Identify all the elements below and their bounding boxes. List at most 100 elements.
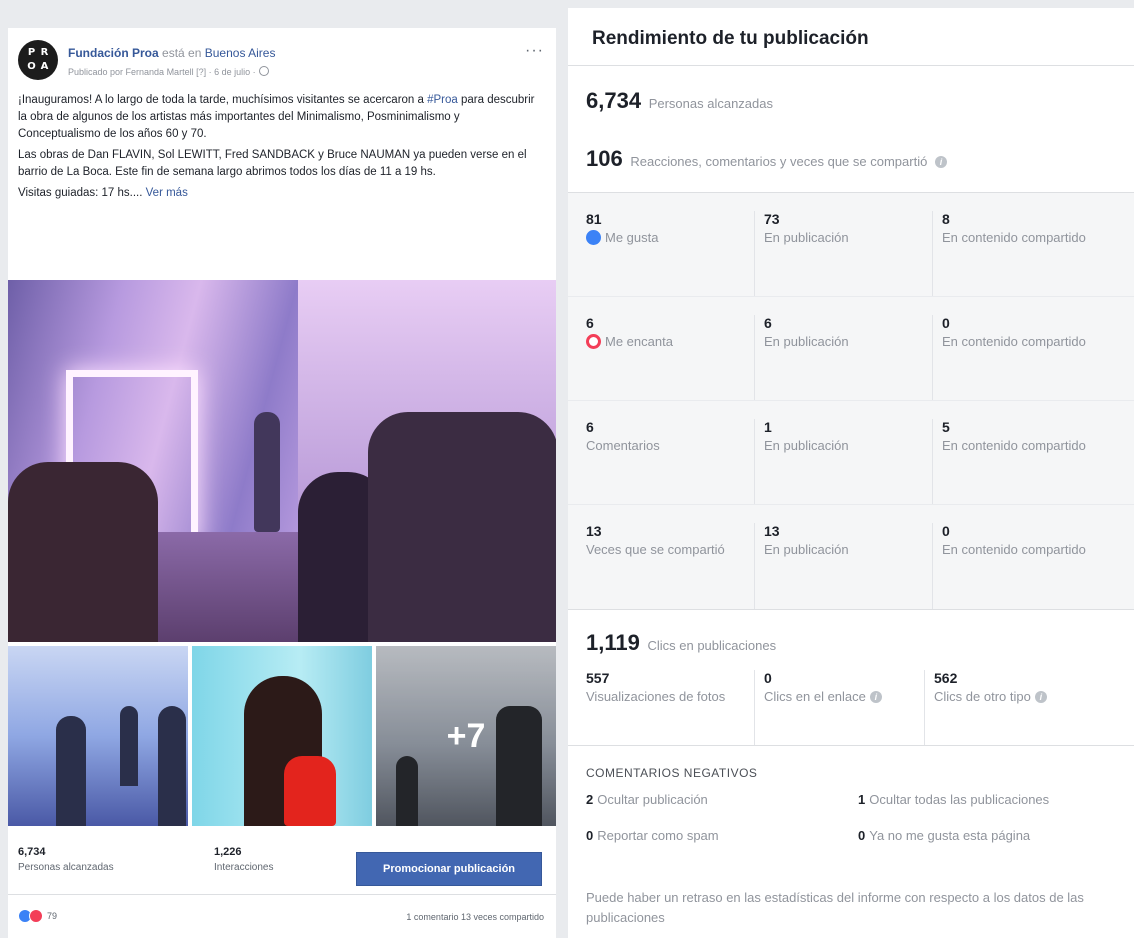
on-post-label: En publicación: [764, 230, 849, 245]
reaction-on-shares: 0 En contenido compartido: [932, 315, 1132, 400]
post-author-line: Fundación Proa está en Buenos Aires: [68, 46, 275, 60]
reach-label: Personas alcanzadas: [18, 862, 114, 873]
engagement-label: Reacciones, comentarios y veces que se c…: [630, 154, 928, 169]
post-byline: Publicado por Fernanda Martell [?] · 6 d…: [68, 66, 269, 77]
reaction-on-post: 73 En publicación: [754, 211, 932, 296]
on-shares-value: 0: [942, 523, 950, 539]
other-clicks-label: Clics de otro tipo: [934, 689, 1031, 704]
post-clicks-value: 1,119: [586, 630, 640, 655]
negative-feedback-grid: 2 Ocultar publicación 1 Ocultar todas las …: [568, 788, 1134, 868]
post-performance-panel: Rendimiento de tu publicación 6,734 Pers…: [568, 8, 1134, 938]
like-icon: [586, 230, 601, 245]
page-avatar[interactable]: P R O A: [18, 40, 58, 80]
visitor-figure: [56, 716, 86, 826]
more-photos-overlay[interactable]: +7: [376, 646, 556, 826]
more-options-button[interactable]: ···: [525, 42, 544, 60]
reaction-total: 13 Veces que se compartió: [568, 523, 754, 609]
promote-post-button[interactable]: Promocionar publicación: [356, 852, 542, 886]
thumbnail-photo[interactable]: +7: [376, 646, 556, 826]
avatar-letter: A: [40, 61, 49, 72]
avatar-letter: O: [27, 61, 36, 72]
reach-value: 6,734: [18, 846, 46, 858]
reaction-total-value: 6: [586, 315, 594, 331]
hide-all-value: 1: [858, 792, 866, 807]
negative-feedback-title: COMENTARIOS NEGATIVOS: [586, 766, 758, 780]
link-clicks-stat: 0 Clics en el enlace i: [754, 670, 924, 745]
reach-stat: 6,734 Personas alcanzadas: [18, 846, 114, 873]
hide-post-stat: 2 Ocultar publicación: [586, 792, 708, 807]
photo-views-label: Visualizaciones de fotos: [586, 689, 726, 704]
on-post-label: En publicación: [764, 334, 849, 349]
interactions-stat: 1,226 Interacciones: [214, 846, 273, 873]
love-icon: [29, 909, 43, 923]
avatar-letter: P: [27, 47, 36, 58]
hide-all-posts-stat: 1 Ocultar todas las publicaciones: [858, 792, 1049, 807]
photo-views-value: 557: [586, 670, 610, 686]
byline-text: Publicado por Fernanda Martell [?] · 6 d…: [68, 67, 256, 77]
visitor-figure: [120, 706, 138, 786]
visitor-figure: [8, 462, 158, 642]
facebook-post: P R O A Fundación Proa está en Buenos Ai…: [8, 28, 556, 938]
engagement-value: 106: [586, 146, 623, 171]
report-spam-stat: 0 Reportar como spam: [586, 828, 719, 843]
reaction-row-likes: 81 Me gusta 73 En publicación 8 En conte…: [568, 193, 1134, 297]
comments-shares-count[interactable]: 1 comentario 13 veces compartido: [406, 912, 544, 922]
on-post-value: 1: [764, 419, 772, 435]
reactions-summary[interactable]: 79: [18, 909, 57, 923]
clicks-breakdown: 557 Visualizaciones de fotos 0 Clics en …: [568, 670, 1134, 746]
interactions-value: 1,226: [214, 846, 242, 858]
post-clicks-label: Clics en publicaciones: [647, 638, 777, 653]
on-shares-value: 8: [942, 211, 950, 227]
post-text-segment: ¡Inauguramos! A lo largo de toda la tard…: [18, 94, 428, 106]
on-post-value: 73: [764, 211, 780, 227]
reaction-row-shares: 13 Veces que se compartió 13 En publicac…: [568, 505, 1134, 609]
people-reached: 6,734 Personas alcanzadas: [568, 66, 1134, 122]
reaction-total-value: 13: [586, 523, 602, 539]
hashtag-link[interactable]: #Proa: [427, 94, 458, 106]
see-more-link[interactable]: Ver más: [146, 187, 188, 199]
on-post-label: En publicación: [764, 542, 849, 557]
other-clicks-stat: 562 Clics de otro tipo i: [924, 670, 1114, 745]
location-link[interactable]: Buenos Aires: [205, 46, 276, 60]
info-icon[interactable]: i: [869, 691, 882, 703]
post-header: P R O A Fundación Proa está en Buenos Ai…: [8, 28, 556, 92]
reaction-total-label: Me gusta: [605, 230, 659, 245]
info-icon[interactable]: i: [1034, 691, 1047, 703]
main-photo[interactable]: [8, 280, 556, 642]
link-clicks-value: 0: [764, 670, 772, 686]
thumbnail-photo[interactable]: [192, 646, 372, 826]
report-spam-value: 0: [586, 828, 594, 843]
hide-all-label: Ocultar todas las publicaciones: [869, 792, 1050, 807]
page-name-link[interactable]: Fundación Proa: [68, 46, 159, 60]
on-shares-label: En contenido compartido: [942, 334, 1086, 349]
post-clicks-summary: 1,119 Clics en publicaciones: [568, 610, 1134, 670]
on-shares-label: En contenido compartido: [942, 542, 1086, 557]
visitor-figure: [368, 412, 556, 642]
on-post-label: En publicación: [764, 438, 849, 453]
people-reached-value: 6,734: [586, 88, 642, 113]
reaction-total-label: Comentarios: [586, 438, 660, 453]
globe-icon: [258, 66, 269, 76]
on-shares-value: 0: [942, 315, 950, 331]
reaction-on-post: 6 En publicación: [754, 315, 932, 400]
reaction-total-value: 6: [586, 419, 594, 435]
unlike-page-value: 0: [858, 828, 866, 843]
people-reached-label: Personas alcanzadas: [648, 96, 773, 111]
post-stats: 6,734 Personas alcanzadas 1,226 Interacc…: [8, 838, 556, 888]
love-icon: [586, 334, 601, 349]
on-shares-label: En contenido compartido: [942, 438, 1086, 453]
post-paragraph: Visitas guiadas: 17 hs.... Ver más: [18, 185, 544, 202]
interactions-label: Interacciones: [214, 862, 274, 873]
reaction-total-value: 81: [586, 211, 602, 227]
thumbnail-photo[interactable]: [8, 646, 188, 826]
reaction-on-shares: 8 En contenido compartido: [932, 211, 1132, 296]
on-shares-label: En contenido compartido: [942, 230, 1086, 245]
visitor-figure: [158, 706, 186, 826]
red-bag: [284, 756, 336, 826]
photo-thumbnails: +7: [8, 646, 556, 826]
reaction-on-shares: 0 En contenido compartido: [932, 523, 1132, 609]
info-icon[interactable]: i: [934, 156, 947, 168]
reaction-count: 79: [47, 911, 58, 921]
hide-post-label: Ocultar publicación: [597, 792, 708, 807]
reaction-row-comments: 6 Comentarios 1 En publicación 5 En cont…: [568, 401, 1134, 505]
